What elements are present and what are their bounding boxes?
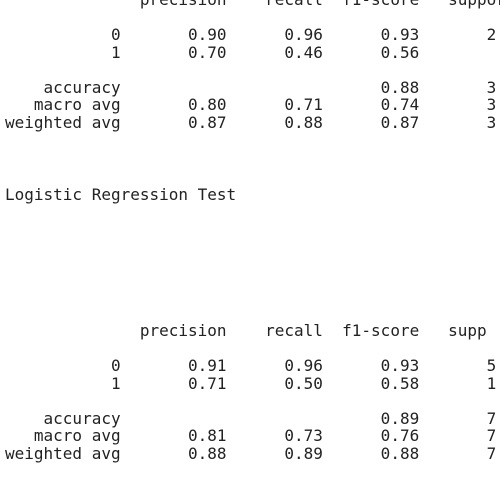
classification-report-2: precision recall f1-score supp 0 0.91 0.… bbox=[5, 321, 497, 463]
classification-report-1: precision recall f1-score support 0 0.90… bbox=[5, 0, 500, 132]
section-title-logistic-regression-test: Logistic Regression Test bbox=[5, 185, 237, 204]
